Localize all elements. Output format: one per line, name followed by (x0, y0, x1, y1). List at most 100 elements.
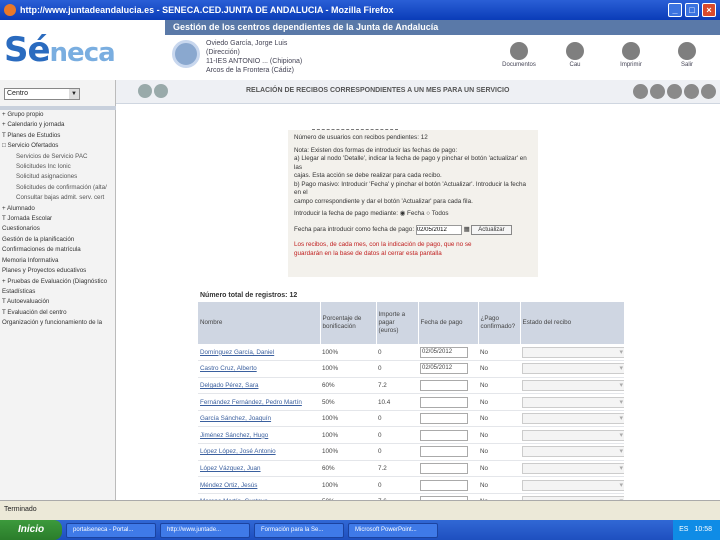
payment-date-input[interactable] (420, 379, 468, 391)
sidebar-item[interactable]: T Jornada Escolar (2, 214, 116, 224)
taskbar: Inicio portalseneca - Portal... http://w… (0, 520, 720, 540)
student-name-link[interactable]: Domínguez García, Daniel (198, 344, 320, 362)
payment-date-input[interactable]: 02/05/2012 (420, 346, 468, 358)
date-cell (418, 410, 478, 428)
start-button[interactable]: Inicio (0, 520, 62, 540)
date-input[interactable] (415, 224, 462, 235)
receipt-status-select[interactable] (522, 462, 624, 474)
sidebar-item[interactable]: Estadísticas (2, 287, 116, 297)
sidebar-item[interactable]: Confirmaciones de matrícula (2, 245, 116, 255)
minimize-button[interactable]: _ (668, 3, 682, 17)
sidebar-item[interactable]: Cuestionarios (2, 224, 116, 234)
table-row: Castro Cruz, Alberto 100% 0 02/05/2012 No (198, 360, 624, 378)
sidebar-item[interactable]: + Grupo propio (2, 110, 116, 120)
profile-select[interactable]: Centro ▼ (4, 88, 80, 100)
student-name-link[interactable]: Méndez Ortiz, Jesús (198, 476, 320, 494)
sidebar-item[interactable]: Solicitud asignaciones (2, 172, 116, 182)
payment-date-input[interactable]: 02/05/2012 (420, 363, 468, 375)
sidebar-item[interactable]: + Calendario y jornada (2, 120, 116, 130)
col-header[interactable]: Nombre (198, 302, 321, 344)
sidebar-item[interactable]: □ Servicio Ofertados (2, 141, 116, 151)
sidebar-item[interactable]: Gestión de la planificación (2, 235, 116, 245)
payment-date-input[interactable] (420, 396, 468, 408)
seneca-logo[interactable]: Séneca (4, 30, 116, 70)
confirmed-cell: No (478, 377, 520, 395)
sidebar-item[interactable]: + Pruebas de Evaluación (Diagnóstico (2, 277, 116, 287)
payment-date-input[interactable] (420, 429, 468, 441)
payment-date-input[interactable] (420, 462, 468, 474)
receipt-status-select[interactable] (522, 396, 624, 408)
student-name-link[interactable]: Castro Cruz, Alberto (198, 360, 320, 378)
taskbar-item[interactable]: Microsoft PowerPoint... (348, 522, 438, 538)
discount-cell: 100% (320, 360, 376, 378)
sidebar-item[interactable]: T Evaluación del centro (2, 308, 116, 318)
receipt-status-select[interactable] (522, 429, 624, 441)
payment-date-input[interactable] (420, 479, 468, 491)
update-button[interactable]: Actualizar (471, 224, 512, 235)
close-button[interactable]: × (702, 3, 716, 17)
student-name-link[interactable]: Jiménez Sánchez, Hugo (198, 426, 320, 445)
col-header[interactable]: ¿Pago confirmado? (478, 302, 521, 344)
student-name-link[interactable]: López Vázquez, Juan (198, 460, 320, 478)
amount-cell: 0 (376, 344, 418, 362)
sidebar-item[interactable]: Solicitudes Inc Ionic (2, 162, 116, 172)
student-name-link[interactable]: Delgado Pérez, Sara (198, 377, 320, 395)
print-doc-icon[interactable] (684, 84, 699, 99)
payment-date-input[interactable] (420, 446, 468, 458)
col-header[interactable]: Fecha de pago (418, 302, 479, 344)
receipt-status-select[interactable] (522, 479, 624, 491)
pending-count-text: Número de usuarios con recibos pendiente… (294, 134, 428, 141)
taskbar-item[interactable]: http://www.juntade... (160, 522, 250, 538)
taskbar-item[interactable]: Formación para la Se... (254, 522, 344, 538)
student-name-link[interactable]: García Sánchez, Joaquín (198, 410, 320, 428)
radio-fecha[interactable]: ◉ Fecha (400, 210, 425, 217)
page-title: RELACIÓN DE RECIBOS CORRESPONDIENTES A U… (246, 87, 510, 94)
amount-cell: 10.4 (376, 393, 418, 411)
sidebar-item[interactable]: Memoria Informativa (2, 256, 116, 266)
date-cell (418, 426, 478, 445)
sidebar-item[interactable]: T Autoevaluación (2, 297, 116, 307)
sidebar-item[interactable]: Consultar bajas admit. serv. cert (2, 193, 116, 203)
student-name-link[interactable]: Fernández Fernández, Pedro Martín (198, 393, 320, 411)
note-line: a) Llegar al nodo 'Detalle', indicar la … (294, 155, 527, 171)
col-header[interactable]: Porcentaje de bonificación (320, 302, 377, 344)
sidebar-item[interactable]: Solicitudes de confirmación (alta/ (2, 183, 116, 193)
warning-text: guardarán en la base de datos al cerrar … (294, 249, 442, 257)
radio-todos-label: Todos (431, 210, 449, 217)
edit-icon[interactable] (650, 84, 665, 99)
col-header[interactable]: Importe a pagar (euros) (376, 302, 419, 344)
receipt-status-select[interactable] (522, 346, 624, 358)
radio-todos[interactable]: ○ Todos (426, 210, 448, 217)
sidebar-item[interactable]: Planes y Proyectos educativos (2, 266, 116, 276)
sidebar-item[interactable]: T Planes de Estudios (2, 131, 116, 141)
print-button[interactable]: Imprimir (610, 42, 652, 68)
student-name-link[interactable]: López López, José Antonio (198, 443, 320, 461)
back-icon[interactable] (138, 84, 152, 98)
sidebar-item[interactable]: Servicios de Servicio PAC (2, 152, 116, 162)
firefox-icon (4, 4, 16, 16)
receipt-status-select[interactable] (522, 379, 624, 391)
documents-button[interactable]: Documentos (498, 42, 540, 68)
language-indicator[interactable]: ES (679, 520, 688, 540)
taskbar-item[interactable]: portalseneca - Portal... (66, 522, 156, 538)
exit-button[interactable]: Salir (666, 42, 708, 68)
radio-fecha-label: Fecha (406, 210, 425, 217)
sidebar-item[interactable]: + Alumnado (2, 204, 116, 214)
amount-cell: 7.2 (376, 460, 418, 478)
accept-icon[interactable] (633, 84, 648, 99)
receipt-status-select[interactable] (522, 446, 624, 458)
back-arrow-icon[interactable] (701, 84, 716, 99)
search-icon[interactable] (154, 84, 168, 98)
help-button[interactable]: Cau (554, 42, 596, 68)
table-row: Delgado Pérez, Sara 60% 7.2 No (198, 377, 624, 395)
user-location: Arcos de la Frontera (Cádiz) (206, 67, 294, 74)
receipt-status-select[interactable] (522, 363, 624, 375)
col-header[interactable]: Estado del recibo (520, 302, 625, 344)
maximize-button[interactable]: □ (685, 3, 699, 17)
sidebar-item[interactable]: Organización y funcionamiento de la (2, 318, 116, 328)
date-cell: 02/05/2012 (418, 344, 478, 362)
receipt-status-select[interactable] (522, 413, 624, 425)
export-icon[interactable] (667, 84, 682, 99)
payment-date-input[interactable] (420, 413, 468, 425)
calendar-icon[interactable]: ▦ (464, 226, 470, 233)
